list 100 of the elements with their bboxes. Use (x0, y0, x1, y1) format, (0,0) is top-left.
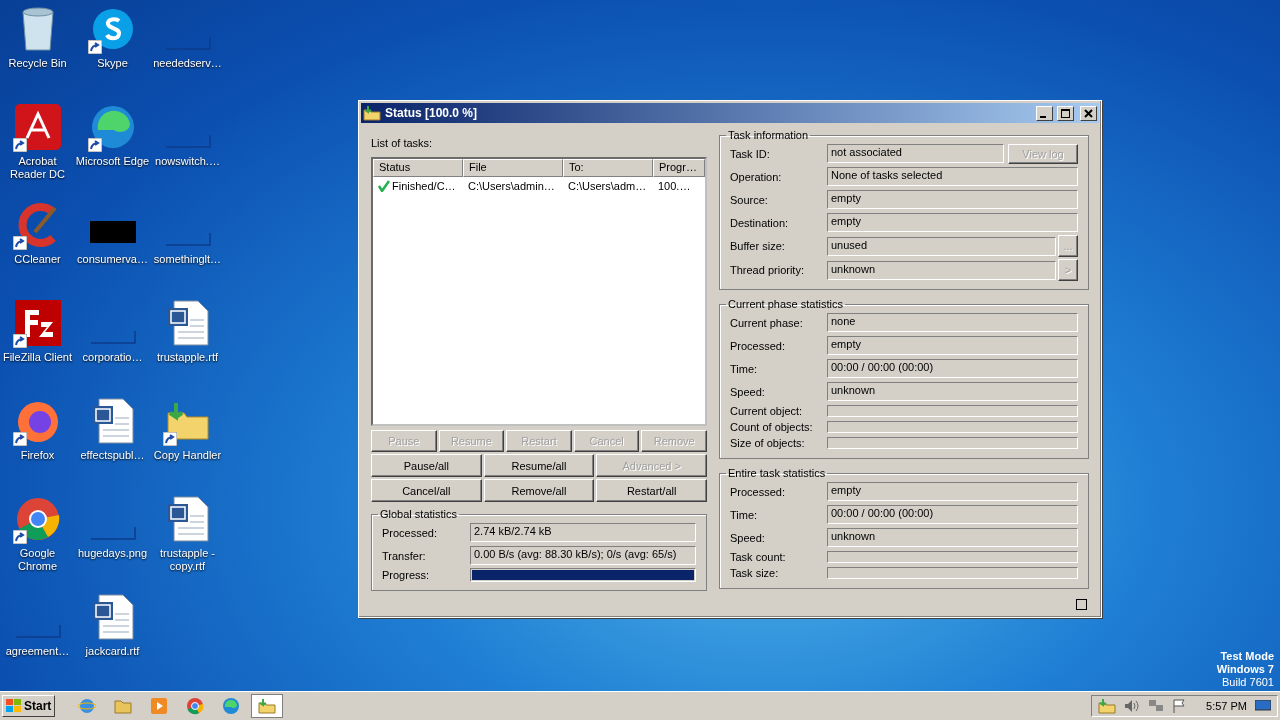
os-notice-text: Test Mode (1220, 650, 1274, 663)
stat-label: Count of objects: (730, 421, 814, 433)
table-cell-text: C:\Users\admin… (467, 179, 556, 193)
network-icon (1148, 699, 1165, 713)
checkmark-icon (378, 180, 390, 192)
desktop-icon-label[interactable]: FileZilla Client (0, 351, 75, 364)
group-title: Current phase statistics (727, 298, 844, 310)
desktop-icon-label[interactable]: Copy Handler (150, 449, 225, 462)
e-globe-icon (78, 697, 97, 715)
stat-label: Destination: (730, 216, 790, 229)
list-label: List of tasks: (371, 137, 434, 149)
desktop-icon-label[interactable]: jackcard.rtf (75, 645, 150, 658)
group-title: Task information (727, 129, 810, 141)
readonly-field: empty (827, 213, 1078, 232)
stat-label: Transfer: (382, 549, 427, 562)
stat-label: Current object: (730, 405, 804, 417)
folder-icon (114, 698, 133, 714)
chrome-icon (186, 697, 205, 715)
windows-logo-icon (6, 699, 22, 713)
readonly-field: 2.74 kB/2.74 kB (470, 523, 696, 542)
table-cell-text: 100.… (657, 179, 692, 193)
show-desktop-icon[interactable] (1255, 700, 1271, 712)
close-icon (1081, 106, 1096, 120)
stat-label: Current phase: (730, 316, 804, 329)
minimize-button[interactable] (1036, 105, 1053, 121)
desktop-icon-label[interactable]: agreement… (0, 645, 75, 658)
desktop-icon-label[interactable]: trustapple - copy.rtf (150, 547, 225, 573)
column-header[interactable]: To: (563, 159, 653, 177)
desktop-icon-label[interactable]: nowswitch.… (150, 155, 225, 168)
stat-label: Processed: (730, 339, 787, 352)
stat-label: Speed: (730, 385, 766, 398)
readonly-field: unused (827, 236, 1056, 256)
desktop-icon-label[interactable]: Acrobat Reader DC (0, 155, 75, 181)
column-header[interactable]: File (463, 159, 563, 177)
close-button[interactable] (1080, 105, 1097, 121)
column-header[interactable]: Status (373, 159, 463, 177)
stat-label: Time: (730, 508, 759, 521)
resize-grip[interactable] (1076, 599, 1087, 610)
media-player-icon (150, 697, 169, 715)
maximize-button[interactable] (1057, 105, 1074, 121)
readonly-field: empty (827, 190, 1078, 209)
stat-label: Buffer size: (730, 240, 786, 252)
stat-label: Task ID: (730, 147, 771, 160)
shortcut-arrow-icon (12, 432, 27, 446)
desktop-icon-label[interactable]: effectspubl… (75, 449, 150, 462)
stat-label: Task size: (730, 567, 780, 579)
stat-label: Processed: (730, 485, 787, 498)
stat-label: Speed: (730, 531, 766, 544)
window-title: Status [100.0 %] (385, 106, 479, 120)
stat-label: Thread priority: (730, 264, 805, 276)
readonly-field: none (827, 313, 1078, 332)
taskbar-app[interactable] (251, 694, 284, 718)
folder-arrow-icon (363, 105, 381, 121)
readonly-field: None of tasks selected (827, 167, 1078, 186)
readonly-field: unknown (827, 382, 1078, 401)
readonly-field: 00:00 / 00:00 (00:00) (827, 505, 1078, 524)
readonly-field: empty (827, 482, 1078, 501)
group-title: Global statistics (379, 508, 459, 520)
desktop-icon-label[interactable]: Google Chrome (0, 547, 75, 573)
desktop-icon-label[interactable]: trustapple.rtf (150, 351, 225, 364)
desktop-icon-label[interactable]: neededserv… (150, 57, 225, 70)
stat-label: Size of objects: (730, 437, 806, 449)
desktop-icon-label[interactable]: Skype (75, 57, 150, 70)
all-tasks-button[interactable]: Remove/all (483, 479, 595, 502)
desktop-icon-label[interactable]: hugedays.png (75, 547, 150, 560)
start-button[interactable]: Start (2, 695, 56, 717)
stat-label: Source: (730, 193, 769, 206)
all-tasks-button[interactable]: Resume/all (483, 454, 595, 477)
stat-label: Task count: (730, 551, 787, 563)
desktop-icon-label[interactable]: Recycle Bin (0, 57, 75, 70)
all-tasks-button[interactable]: Cancel/all (371, 479, 482, 502)
shortcut-arrow-icon (12, 138, 27, 152)
os-notice-text: Windows 7 (1216, 663, 1274, 676)
all-tasks-button[interactable]: Pause/all (371, 454, 482, 477)
readonly-field: empty (827, 336, 1078, 355)
desktop-icon-label[interactable]: CCleaner (0, 253, 75, 266)
table-cell: Finished/C… (373, 179, 463, 193)
shortcut-arrow-icon (162, 432, 177, 446)
readonly-field: unknown (827, 528, 1078, 547)
desktop-icon-label[interactable]: corporatio… (75, 351, 150, 364)
shortcut-arrow-icon (87, 138, 102, 152)
desktop-icon-label[interactable]: Microsoft Edge (75, 155, 150, 168)
desktop-icon-label[interactable]: consumerva… (75, 253, 150, 266)
os-notice-text: Build 7601 (1222, 676, 1274, 689)
all-tasks-button[interactable]: Restart/all (596, 479, 707, 502)
stat-label: Processed: (382, 526, 439, 539)
stat-label: Time: (730, 362, 759, 375)
edge-icon (222, 697, 241, 715)
group-title: Entire task statistics (727, 467, 827, 479)
readonly-field: 00:00 / 00:00 (00:00) (827, 359, 1078, 378)
desktop-icon-label[interactable]: somethinglt… (150, 253, 225, 266)
stat-label: Operation: (730, 170, 783, 183)
shortcut-arrow-icon (12, 236, 27, 250)
flag-icon (1172, 699, 1187, 713)
folder-arrow-icon (258, 698, 277, 714)
desktop-icon-label[interactable]: Firefox (0, 449, 75, 462)
shortcut-arrow-icon (12, 334, 27, 348)
readonly-field: unknown (827, 260, 1056, 280)
column-header[interactable]: Progr… (653, 159, 705, 177)
readonly-field: 0.00 B/s (avg: 88.30 kB/s); 0/s (avg: 65/s) (470, 546, 696, 565)
